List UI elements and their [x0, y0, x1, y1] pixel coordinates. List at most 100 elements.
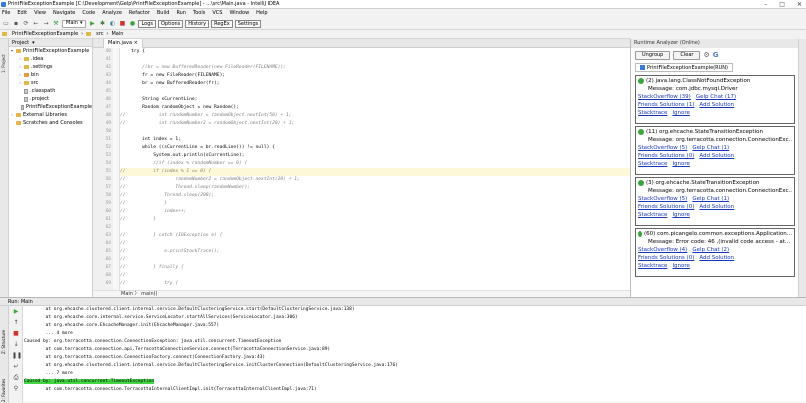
project-tree-item[interactable]: › .idea — [9, 55, 92, 63]
scroll-up-icon[interactable]: ↑ — [12, 319, 20, 327]
friends-solutions-link[interactable]: Friends Solutions (1) — [638, 102, 694, 108]
menu-file[interactable]: File — [2, 9, 10, 18]
code-line[interactable]: // } catch (IOException e) { — [120, 232, 630, 240]
soft-wrap-icon[interactable]: ↵ — [12, 363, 20, 371]
stacktrace-link[interactable]: Stacktrace — [638, 110, 667, 116]
menu-build[interactable]: Build — [157, 9, 170, 18]
forward-icon[interactable]: → — [42, 20, 50, 28]
menu-help[interactable]: Help — [256, 9, 267, 18]
add-solution-link[interactable]: Add Solution — [699, 204, 734, 210]
stacktrace-link[interactable]: Stacktrace — [638, 161, 667, 167]
code-line[interactable]: // e.printStackTrace(); — [120, 248, 630, 256]
code-line[interactable] — [120, 224, 630, 232]
editor-breadcrumb[interactable]: Main 〉 main() — [93, 290, 630, 297]
code-line[interactable]: // } finally { — [120, 264, 630, 272]
stop-icon[interactable]: ■ — [118, 20, 126, 28]
code-line[interactable]: // index++; — [120, 208, 630, 216]
settings-button[interactable]: Settings — [234, 19, 262, 28]
stackoverflow-link[interactable]: StackOverflow (39) — [638, 94, 691, 100]
coverage-icon[interactable]: ◐ — [108, 20, 116, 28]
code-line[interactable]: // try { — [120, 280, 630, 288]
run-config-select[interactable]: Main ▾ — [62, 19, 87, 28]
project-tree-item[interactable]: .classpath — [9, 87, 92, 95]
add-solution-link[interactable]: Add Solution — [699, 255, 734, 261]
code-line[interactable]: // } — [120, 200, 630, 208]
code-line[interactable]: // randomNumber2 = randomObject.nextInt(… — [120, 176, 630, 184]
history-button[interactable]: History — [185, 19, 210, 28]
gelp-chat-link[interactable]: Gelp Chat (1) — [692, 145, 729, 151]
build-icon[interactable]: ⚒ — [52, 20, 60, 28]
code-line[interactable]: fr = new FileReader(FILENAME); — [120, 72, 630, 80]
project-tool-tab[interactable]: 1: Project — [1, 43, 8, 73]
code-line[interactable]: //br = new BufferedReader(new FileReader… — [120, 64, 630, 72]
favorites-tool-tab[interactable]: 2: Favorites — [1, 368, 6, 402]
nav-main[interactable]: Main — [111, 31, 123, 37]
code-line[interactable] — [120, 88, 630, 96]
project-tree-item[interactable]: › .settings — [9, 63, 92, 71]
structure-tool-tab[interactable]: Z: Structure — [1, 324, 6, 354]
tab-main-java[interactable]: Main.java × — [103, 39, 143, 48]
code-line[interactable]: // Thread.sleep(randomNumber); — [120, 184, 630, 192]
code-line[interactable]: String sCurrentLine; — [120, 96, 630, 104]
project-tree-item[interactable]: Scratches and Consoles — [9, 119, 92, 127]
code-line[interactable]: try { — [120, 48, 630, 56]
code-line[interactable]: br = new BufferedReader(fr); — [120, 80, 630, 88]
project-tree-item[interactable]: › src — [9, 79, 92, 87]
open-folder-icon[interactable]: ▭ — [2, 20, 10, 28]
project-header-label[interactable]: Project — [12, 40, 29, 46]
add-solution-link[interactable]: Add Solution — [699, 153, 734, 159]
friends-solutions-link[interactable]: Friends Solutions (0) — [638, 153, 694, 159]
menu-window[interactable]: Window — [229, 9, 249, 18]
nav-project[interactable]: PrintFileExceptionExample — [12, 31, 78, 37]
code-line[interactable] — [120, 56, 630, 64]
menu-code[interactable]: Code — [82, 9, 95, 18]
project-tree-item[interactable]: .project — [9, 95, 92, 103]
clear-button[interactable]: Clear — [673, 50, 701, 60]
menu-vcs[interactable]: VCS — [212, 9, 222, 18]
pause-icon[interactable]: ❚❚ — [12, 352, 22, 360]
print-icon[interactable]: ⎙ — [12, 374, 20, 382]
code-line[interactable]: // } — [120, 216, 630, 224]
code-line[interactable]: // — [120, 240, 630, 248]
stacktrace-link[interactable]: Stacktrace — [638, 212, 667, 218]
stackoverflow-link[interactable]: StackOverflow (5) — [638, 145, 687, 151]
code-line[interactable]: int index = 1; — [120, 136, 630, 144]
ignore-link[interactable]: Ignore — [672, 110, 690, 116]
menu-tools[interactable]: Tools — [193, 9, 205, 18]
code-line[interactable]: // Thread.sleep(200); — [120, 192, 630, 200]
stackoverflow-link[interactable]: StackOverflow (5) — [638, 196, 687, 202]
project-tree-item[interactable]: ▾ PrintFileExceptionExample — [9, 47, 92, 55]
code-line[interactable]: //if (index % randomNumber == 0) { — [120, 160, 630, 168]
debug-icon[interactable]: ✱ — [98, 20, 106, 28]
pin-icon[interactable]: ⚲ — [12, 385, 20, 393]
project-tree-item[interactable]: › bin — [9, 71, 92, 79]
ignore-link[interactable]: Ignore — [672, 263, 690, 269]
code-line[interactable]: // if (index % 1 == 0) { — [120, 168, 630, 176]
back-icon[interactable]: ← — [32, 20, 40, 28]
maximize-icon[interactable]: □ — [779, 0, 785, 8]
menu-edit[interactable]: Edit — [17, 9, 27, 18]
gelp-chat-link[interactable]: Gelp Chat (1) — [692, 196, 729, 202]
menu-navigate[interactable]: Navigate — [53, 9, 75, 18]
ungroup-button[interactable]: Ungroup — [635, 50, 671, 60]
code-line[interactable]: // — [120, 272, 630, 280]
code-line[interactable]: // — [120, 256, 630, 264]
menu-run[interactable]: Run — [176, 9, 186, 18]
settings-gear-icon[interactable]: ⚙ — [703, 51, 709, 59]
menu-view[interactable]: View — [34, 9, 46, 18]
logs-button[interactable]: Logs — [138, 19, 156, 28]
stop-icon[interactable]: ■ — [12, 330, 20, 338]
project-tree-item[interactable]: PrintFileExceptionExample — [9, 103, 92, 111]
code-line[interactable]: Random randomObject = new Random(); — [120, 104, 630, 112]
friends-solutions-link[interactable]: Friends Solutions (0) — [638, 204, 694, 210]
regex-button[interactable]: RegEx — [211, 19, 233, 28]
code-line[interactable]: // int randomNumber = randomObject.nextI… — [120, 112, 630, 120]
sync-icon[interactable]: ⟳ — [22, 20, 30, 28]
code-line[interactable] — [120, 128, 630, 136]
options-button[interactable]: Options — [158, 19, 184, 28]
ignore-link[interactable]: Ignore — [672, 161, 690, 167]
code-editor[interactable]: try { //br = new BufferedReader(new File… — [120, 48, 630, 290]
menu-analyze[interactable]: Analyze — [102, 9, 122, 18]
minimize-icon[interactable]: – — [764, 0, 767, 8]
gelp-chat-link[interactable]: Gelp Chat (17) — [696, 94, 736, 100]
